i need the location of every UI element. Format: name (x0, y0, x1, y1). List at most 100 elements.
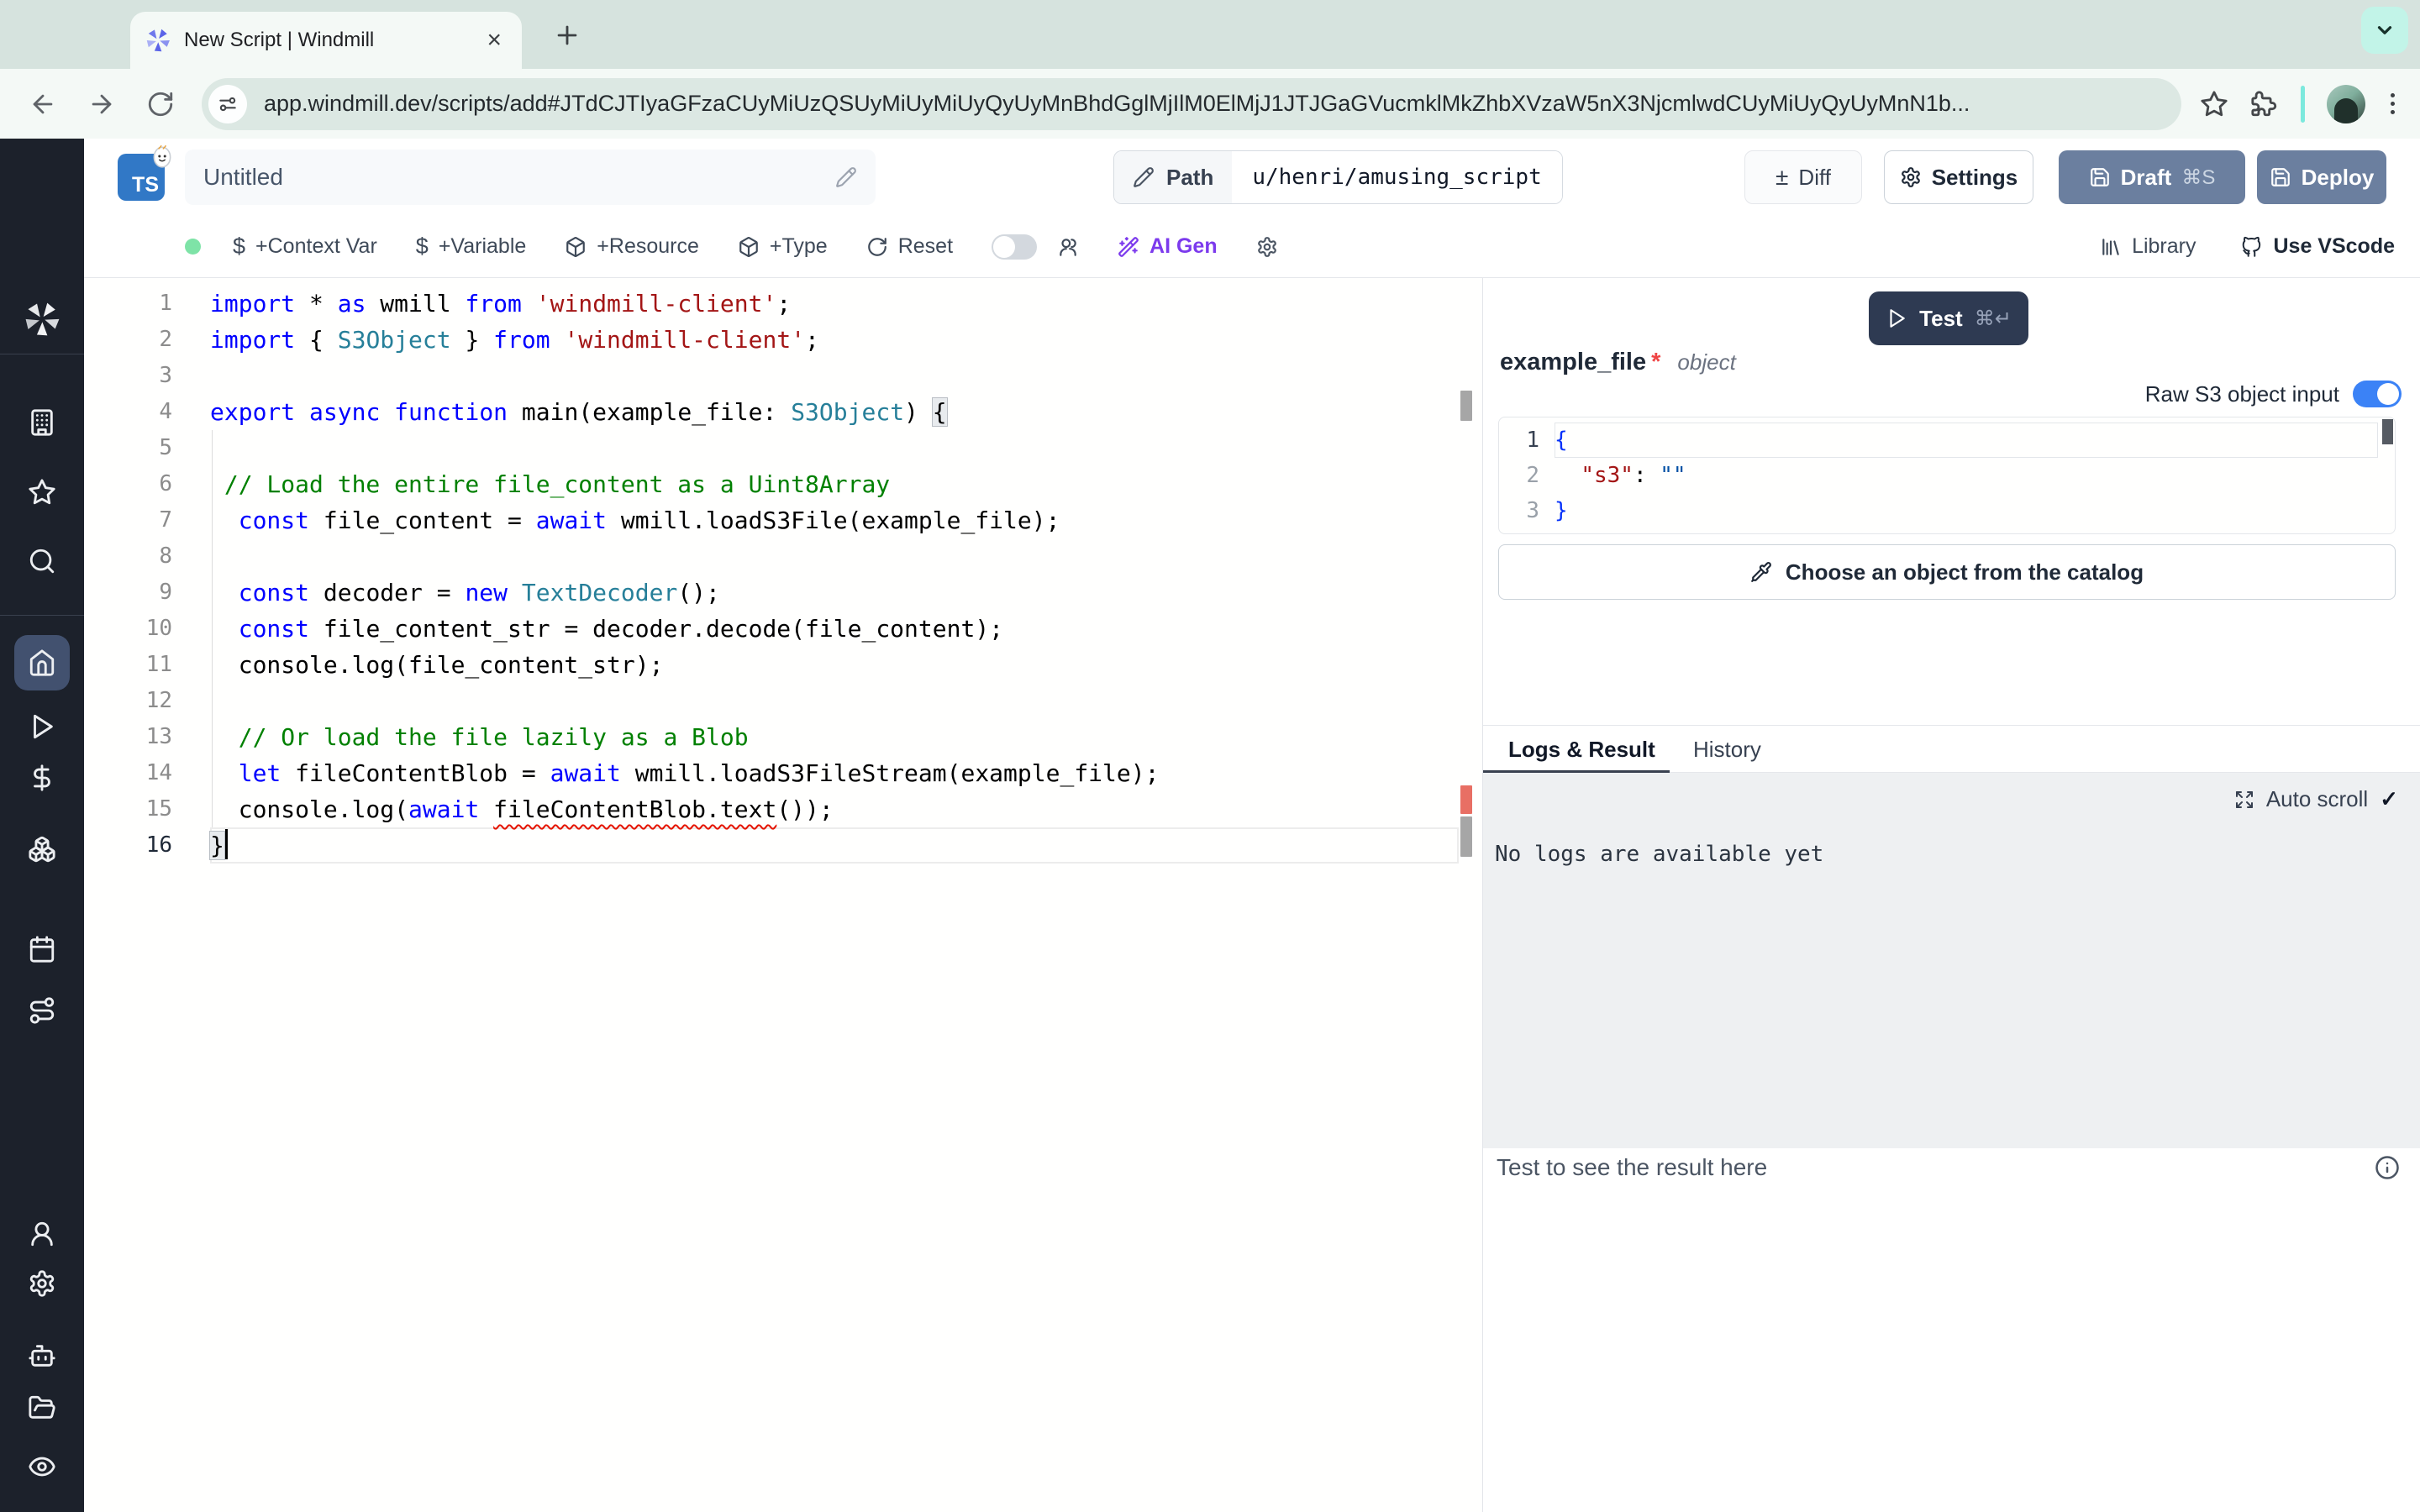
s3-json-editor[interactable]: 123 { "s3": ""} (1498, 417, 2396, 534)
language-badge-typescript: TS (118, 154, 165, 201)
sidebar-item-home-active[interactable] (14, 635, 70, 690)
result-placeholder-row: Test to see the result here (1497, 1154, 2400, 1181)
choose-object-button[interactable]: Choose an object from the catalog (1498, 544, 2396, 600)
sidebar-item-folders[interactable] (0, 1394, 84, 1422)
use-vscode-button[interactable]: Use VScode (2241, 234, 2395, 259)
code-line[interactable] (210, 358, 1459, 394)
calendar-icon (28, 935, 56, 963)
ts-label: TS (132, 173, 159, 197)
draft-button[interactable]: Draft ⌘S (2059, 150, 2245, 204)
extensions-puzzle-icon[interactable] (2250, 90, 2279, 118)
add-resource-button[interactable]: +Resource (565, 234, 699, 259)
tune-icon (217, 93, 239, 115)
forward-button[interactable] (84, 87, 119, 122)
code-line[interactable]: { (1555, 423, 2378, 458)
script-title-input[interactable]: Untitled (185, 150, 876, 205)
sidebar-item-runs[interactable] (0, 712, 84, 741)
code-line[interactable]: // Load the entire file_content as a Uin… (210, 466, 1459, 502)
collaborators-button[interactable] (1057, 236, 1079, 258)
required-asterisk: * (1651, 349, 1660, 376)
sidebar-item-workspace[interactable] (0, 408, 84, 437)
code-line[interactable]: export async function main(example_file:… (210, 394, 1459, 430)
sidebar-windmill-logo[interactable] (0, 300, 84, 339)
code-line[interactable]: const file_content_str = decoder.decode(… (210, 611, 1459, 647)
tab-logs-result[interactable]: Logs & Result (1508, 726, 1655, 773)
tab-history[interactable]: History (1693, 726, 1761, 773)
url-text: app.windmill.dev/scripts/add#JTdCJTIyaGF… (264, 91, 1970, 117)
code-editor[interactable]: 12345678910111213141516 import * as wmil… (84, 278, 1482, 1512)
tab-close-icon[interactable]: × (481, 28, 507, 53)
browser-tab[interactable]: New Script | Windmill × (130, 12, 522, 69)
code-line[interactable]: console.log(file_content_str); (210, 647, 1459, 683)
info-icon[interactable] (2375, 1155, 2400, 1180)
url-bar[interactable]: app.windmill.dev/scripts/add#JTdCJTIyaGF… (202, 78, 2181, 130)
diff-button[interactable]: ± Diff (1744, 150, 1862, 204)
profile-separator (2301, 86, 2305, 123)
editor-toolbar: $ +Context Var $ +Variable +Resource +Ty… (84, 216, 2420, 278)
sidebar-item-schedules[interactable] (0, 935, 84, 963)
sidebar-item-routes[interactable] (0, 996, 84, 1025)
browser-menu-button[interactable] (2387, 90, 2398, 118)
pencil-icon[interactable] (835, 166, 857, 188)
sidebar-item-settings[interactable] (0, 1269, 84, 1298)
scrollbar-thumb[interactable] (1460, 391, 1472, 421)
building-icon (28, 408, 56, 437)
code-line[interactable]: console.log(await fileContentBlob.text()… (210, 791, 1459, 827)
library-button[interactable]: Library (2100, 234, 2196, 259)
test-button[interactable]: Test ⌘↵ (1869, 291, 2028, 345)
sidebar-item-resources[interactable] (0, 835, 84, 864)
code-line[interactable]: const decoder = new TextDecoder(); (210, 575, 1459, 611)
result-tabs: Logs & Result History (1483, 726, 2420, 773)
cursor-ruler-mark (1460, 816, 1472, 857)
editor-settings-button[interactable] (1256, 236, 1278, 258)
reset-icon (866, 236, 888, 258)
json-content[interactable]: { "s3": ""} (1555, 423, 2378, 528)
code-line[interactable]: // Or load the file lazily as a Blob (210, 719, 1459, 755)
settings-button[interactable]: Settings (1884, 150, 2033, 204)
code-line[interactable]: import * as wmill from 'windmill-client'… (210, 286, 1459, 322)
code-line[interactable] (210, 683, 1459, 719)
expand-icon (2234, 790, 2254, 810)
ai-gen-button[interactable]: AI Gen (1118, 234, 1218, 259)
add-type-button[interactable]: +Type (738, 234, 828, 259)
settings-label: Settings (1932, 165, 2018, 191)
path-widget[interactable]: Path u/henri/amusing_script (1113, 150, 1563, 204)
sidebar-item-variables[interactable] (0, 764, 84, 792)
reset-label: Reset (898, 234, 953, 259)
sidebar-item-workers[interactable] (0, 1341, 84, 1370)
code-line[interactable] (210, 538, 1459, 575)
diff-label: Diff (1798, 165, 1831, 191)
argument-type: object (1677, 349, 1735, 375)
bookmark-star-icon[interactable] (2200, 90, 2228, 118)
add-context-var-button[interactable]: $ +Context Var (233, 234, 377, 260)
code-line[interactable]: let fileContentBlob = await wmill.loadS3… (210, 755, 1459, 791)
avatar[interactable] (2327, 85, 2365, 123)
new-tab-button[interactable] (550, 18, 584, 52)
back-button[interactable] (25, 87, 60, 122)
sidebar-item-audit[interactable] (0, 1452, 84, 1481)
egg-badge-icon (151, 144, 173, 169)
resource-label: +Resource (597, 234, 699, 259)
raw-s3-toggle[interactable] (2353, 381, 2402, 407)
sidebar-item-user[interactable] (0, 1220, 84, 1248)
code-line[interactable] (210, 430, 1459, 466)
code-content[interactable]: import * as wmill from 'windmill-client'… (210, 286, 1459, 864)
tab-search-button[interactable] (2361, 7, 2408, 54)
reload-button[interactable] (143, 87, 178, 122)
code-line[interactable]: const file_content = await wmill.loadS3F… (210, 502, 1459, 538)
multiplayer-toggle[interactable] (992, 234, 1037, 260)
auto-scroll-control[interactable]: Auto scroll ✓ (2234, 786, 2398, 812)
add-variable-button[interactable]: $ +Variable (416, 234, 527, 260)
code-line[interactable]: } (1555, 493, 2378, 528)
sidebar-item-search[interactable] (0, 547, 84, 575)
code-line[interactable]: } (210, 827, 1459, 864)
reset-button[interactable]: Reset (866, 234, 953, 259)
gear-icon (1900, 166, 1922, 188)
deploy-button[interactable]: Deploy (2257, 150, 2386, 204)
sidebar-item-favorites[interactable] (0, 478, 84, 507)
check-icon: ✓ (2380, 786, 2398, 812)
code-line[interactable]: "s3": "" (1555, 458, 2378, 493)
code-line[interactable]: import { S3Object } from 'windmill-clien… (210, 322, 1459, 358)
json-scrollbar-thumb[interactable] (2382, 419, 2393, 444)
site-settings-icon[interactable] (208, 85, 247, 123)
